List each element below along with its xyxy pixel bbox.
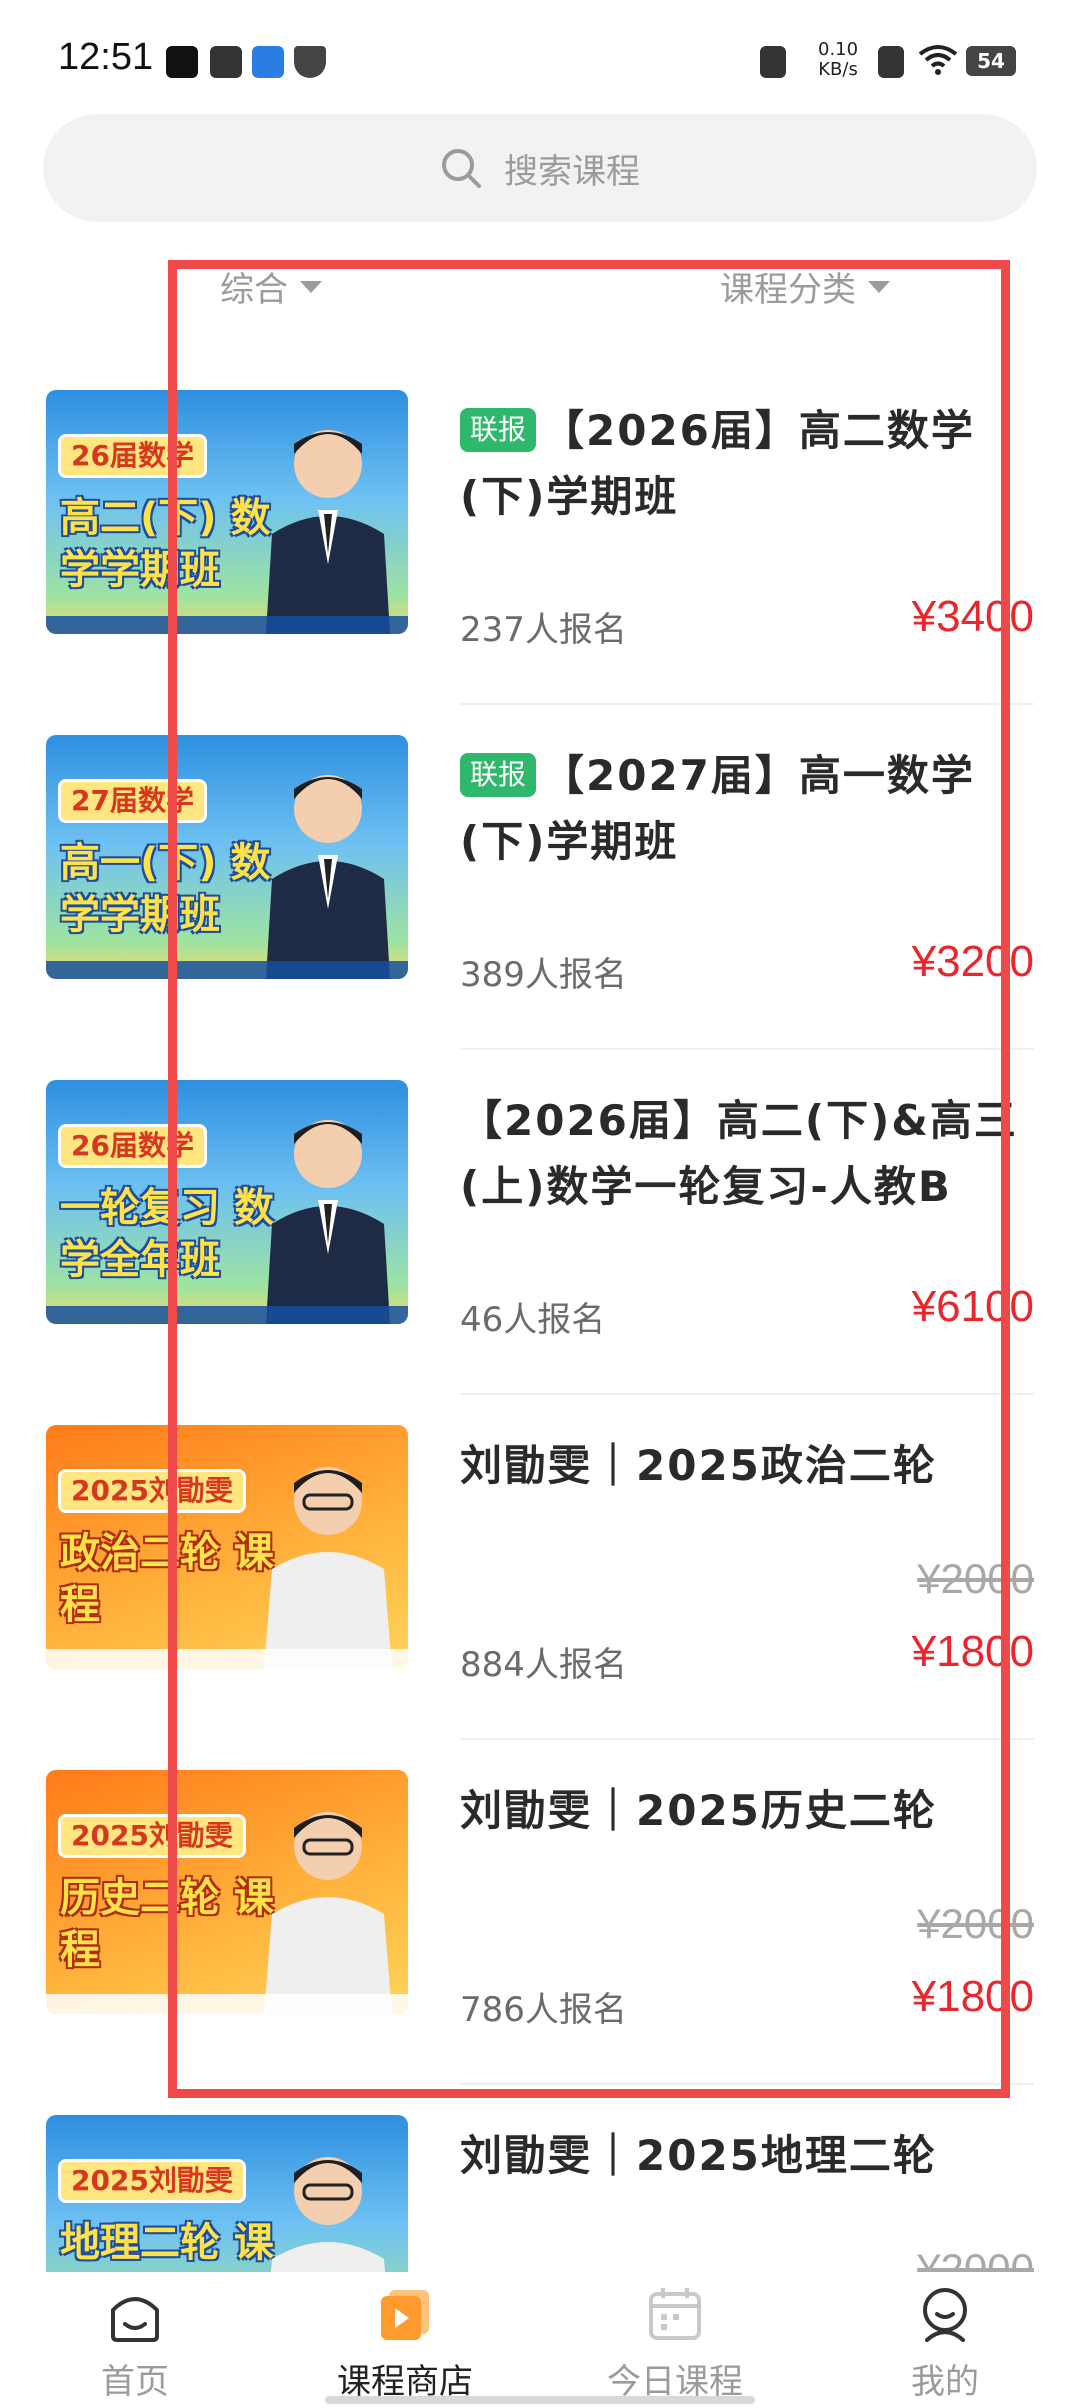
thumbnail-tag: 2025刘勖雯 [58,2159,246,2203]
sim-off-icon [878,46,904,78]
filter-sort-label: 综合 [220,270,288,310]
course-item[interactable]: 2025刘勖雯 政治二轮 课程 刘勖雯｜2025政治二轮 ¥2000 884人报… [0,1395,1080,1740]
search-bar[interactable]: 搜索课程 [43,114,1037,222]
net-speed-value: 0.10 [818,39,859,60]
original-price: ¥2000 [917,1900,1034,1947]
course-thumbnail: 26届数学 一轮复习 数学全年班 [46,1080,408,1324]
teacher-photo-icon [264,1812,392,2014]
course-price: ¥3200 [911,937,1034,986]
search-icon [442,149,481,188]
filter-sort[interactable]: 综合 [220,262,322,311]
enroll-count: 884人报名 [460,1645,627,1685]
profile-icon [923,2288,967,2342]
home-icon [111,2297,159,2342]
filter-category-label: 课程分类 [720,270,856,310]
shield-icon [294,46,326,78]
course-thumbnail: 2025刘勖雯 政治二轮 课程 [46,1425,408,1669]
enroll-count: 237人报名 [460,610,627,650]
teacher-photo-icon [266,775,390,979]
wifi-icon [918,45,958,75]
teacher-photo-icon [270,2157,386,2275]
course-store-page: 12:51 0.10 KB/s 54 搜索课程 综合 课程分类 26届数学 高二… [0,0,1080,2408]
course-price: ¥6100 [911,1282,1034,1331]
vibrate-icon [760,46,786,78]
calendar-icon [649,2288,701,2340]
net-speed: 0.10 KB/s [818,40,858,80]
net-speed-unit: KB/s [818,59,858,80]
course-store-icon [381,2290,429,2340]
home-indicator[interactable] [325,2396,755,2404]
course-title: 刘勖雯｜2025历史二轮 [460,1786,937,1835]
nav-home-label: 首页 [101,2362,169,2402]
course-title: 【2026届】高二(下)&高三(上)数学一轮复习-人教B [460,1096,1018,1211]
mail-icon [210,46,242,78]
enroll-count: 46人报名 [460,1300,606,1340]
enroll-count: 786人报名 [460,1990,627,2030]
dropdown-arrow-icon [300,280,322,293]
course-price: ¥1800 [911,1972,1034,2021]
course-item[interactable]: 2025刘勖雯 地理二轮 课程 刘勖雯｜2025地理二轮 ¥2000 [0,2085,1080,2275]
course-item[interactable]: 27届数学 高一(下) 数学学期班 联报 【2027届】高一数学(下)学期班 38… [0,705,1080,1050]
thumbnail-tag: 26届数学 [58,434,207,478]
thumbnail-tag: 26届数学 [58,1124,207,1168]
filter-category[interactable]: 课程分类 [720,262,890,311]
course-title-text: 【2026届】高二数学(下)学期班 [460,406,975,521]
thumbnail-tag: 2025刘勖雯 [58,1469,246,1513]
nav-today-courses[interactable]: 今日课程 [540,2272,810,2408]
teacher-photo-icon [266,1120,390,1324]
course-thumbnail: 27届数学 高一(下) 数学学期班 [46,735,408,979]
bundle-badge: 联报 [460,408,537,452]
course-item[interactable]: 26届数学 高二(下) 数学学期班 联报 【2026届】高二数学(下)学期班 23… [0,360,1080,705]
battery-level: 54 [977,49,1005,73]
thumbnail-footer [46,1649,408,1669]
battery-icon: 54 [966,46,1016,76]
teacher-photo-icon [266,430,390,634]
bottom-nav: 首页 课程商店 今日课程 我的 [0,2272,1080,2408]
course-title-text: 【2027届】高一数学(下)学期班 [460,751,975,866]
nav-profile-label: 我的 [911,2362,979,2402]
course-title: 联报 【2027届】高一数学(下)学期班 [460,743,1050,875]
nav-course-store[interactable]: 课程商店 [270,2272,540,2408]
course-price: ¥3400 [911,592,1034,641]
thumbnail-tag: 2025刘勖雯 [58,1814,246,1858]
bundle-badge: 联报 [460,753,537,797]
search-placeholder: 搜索课程 [504,151,640,192]
course-price: ¥1800 [911,1627,1034,1676]
thumbnail-footer [46,1994,408,2014]
original-price: ¥2000 [917,1555,1034,1602]
thumbnail-footer [46,616,408,634]
nav-profile[interactable]: 我的 [810,2272,1080,2408]
status-bar: 12:51 0.10 KB/s 54 [0,0,1080,110]
thumbnail-footer [46,961,408,979]
tiktok-icon [166,46,198,78]
course-title: 联报 【2026届】高二数学(下)学期班 [460,398,1050,530]
thumbnail-footer [46,1306,408,1324]
course-thumbnail: 2025刘勖雯 地理二轮 课程 [46,2115,408,2275]
course-item[interactable]: 26届数学 一轮复习 数学全年班 【2026届】高二(下)&高三(上)数学一轮复… [0,1050,1080,1395]
enroll-count: 389人报名 [460,955,627,995]
original-price: ¥2000 [917,2245,1034,2275]
cloud-icon [252,46,284,78]
course-item[interactable]: 2025刘勖雯 历史二轮 课程 刘勖雯｜2025历史二轮 ¥2000 786人报… [0,1740,1080,2085]
course-title: 刘勖雯｜2025地理二轮 [460,2131,937,2180]
thumbnail-tag: 27届数学 [58,779,207,823]
status-time: 12:51 [58,36,154,78]
dropdown-arrow-icon [868,280,890,293]
course-title: 刘勖雯｜2025政治二轮 [460,1441,937,1490]
teacher-photo-icon [264,1467,392,1669]
course-thumbnail: 26届数学 高二(下) 数学学期班 [46,390,408,634]
course-thumbnail: 2025刘勖雯 历史二轮 课程 [46,1770,408,2014]
nav-home[interactable]: 首页 [0,2272,270,2408]
